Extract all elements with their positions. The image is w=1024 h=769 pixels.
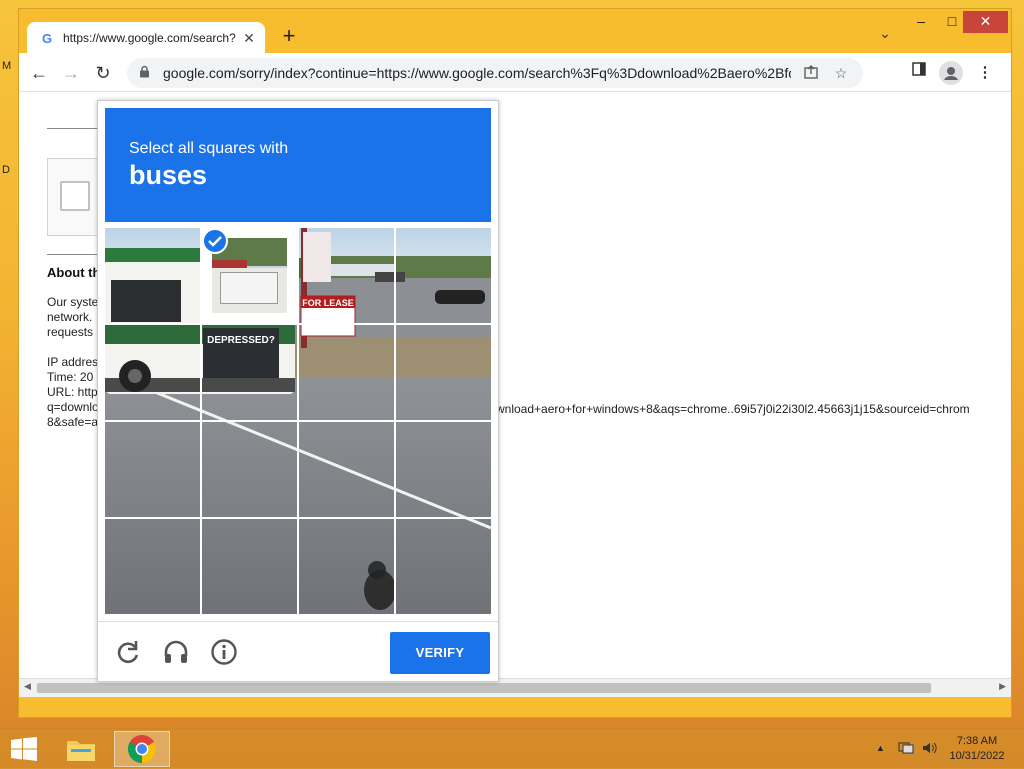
url-line: URL: http xyxy=(47,385,98,399)
scrollbar-thumb[interactable] xyxy=(37,683,931,693)
lock-icon xyxy=(139,65,153,81)
tab-close-icon[interactable]: ✕ xyxy=(241,30,257,47)
challenge-target: buses xyxy=(129,160,208,190)
safe-line: 8&safe=a xyxy=(47,415,99,429)
verify-button[interactable]: VERIFY xyxy=(390,632,490,674)
grid-tile[interactable] xyxy=(396,228,491,323)
grid-tile[interactable] xyxy=(299,422,394,517)
chrome-taskbar-icon[interactable] xyxy=(114,731,170,767)
title-bar: G https://www.google.com/search? ✕ + ⌄ ‒… xyxy=(19,9,1011,54)
recaptcha-challenge: Select all squares with buses FOR LEASE … xyxy=(97,100,499,682)
tab-search-icon[interactable]: ⌄ xyxy=(875,25,895,45)
url-continued-text: wnload+aero+for+windows+8&aqs=chrome..69… xyxy=(496,402,970,416)
show-hidden-icons-icon[interactable]: ▲ xyxy=(876,743,885,753)
tab-title: https://www.google.com/search? xyxy=(63,31,236,45)
grid-tile[interactable] xyxy=(396,422,491,517)
browser-tab[interactable]: G https://www.google.com/search? ✕ xyxy=(27,22,265,54)
scroll-right-icon[interactable]: ▶ xyxy=(999,681,1006,692)
system-clock[interactable]: 7:38 AM 10/31/2022 xyxy=(942,734,1012,764)
grid-tile[interactable] xyxy=(202,325,297,420)
image-grid: FOR LEASE DEPRESSED? xyxy=(105,228,491,614)
paragraph-line: requests xyxy=(47,325,94,339)
browser-toolbar: ← → ↻ google.com/sorry/index?continue=ht… xyxy=(19,53,1011,92)
grid-tile[interactable] xyxy=(396,519,491,614)
google-favicon-icon: G xyxy=(41,30,53,46)
check-icon xyxy=(202,228,228,254)
bookmark-star-icon[interactable]: ☆ xyxy=(831,65,851,82)
minimize-button[interactable]: ‒ xyxy=(906,11,936,33)
new-tab-button[interactable]: + xyxy=(277,25,301,49)
recaptcha-checkbox[interactable] xyxy=(60,181,90,211)
share-icon[interactable] xyxy=(801,64,821,83)
grid-tile[interactable] xyxy=(202,422,297,517)
audio-challenge-icon[interactable] xyxy=(162,638,190,666)
grid-tile[interactable] xyxy=(396,325,491,420)
clock-date: 10/31/2022 xyxy=(949,750,1005,762)
desktop-icon-label: D xyxy=(2,164,10,176)
profile-avatar-icon[interactable] xyxy=(939,61,963,85)
paragraph-line: network. xyxy=(47,310,93,324)
forward-button[interactable]: → xyxy=(59,61,83,85)
desktop-icon-label: M xyxy=(2,60,12,72)
challenge-header: Select all squares with buses xyxy=(105,108,491,222)
close-window-button[interactable]: ✕ xyxy=(963,11,1008,33)
volume-icon[interactable] xyxy=(922,741,938,758)
grid-tile[interactable] xyxy=(105,422,200,517)
time-line: Time: 20 xyxy=(47,370,94,384)
url-text: google.com/sorry/index?continue=https://… xyxy=(163,65,791,81)
challenge-instruction: Select all squares with xyxy=(129,140,289,157)
network-icon[interactable] xyxy=(898,741,914,758)
grid-tile[interactable] xyxy=(105,519,200,614)
info-icon[interactable] xyxy=(210,638,238,666)
back-button[interactable]: ← xyxy=(27,61,51,85)
challenge-footer: VERIFY xyxy=(98,621,498,682)
grid-tile[interactable] xyxy=(202,519,297,614)
about-heading: About th xyxy=(47,265,101,280)
file-explorer-icon[interactable] xyxy=(53,731,109,767)
windows-start-icon[interactable] xyxy=(10,737,38,761)
ip-address-line: IP addres xyxy=(47,355,99,369)
grid-tile[interactable] xyxy=(105,228,200,323)
grid-tile[interactable] xyxy=(299,228,394,323)
grid-tile[interactable] xyxy=(299,325,394,420)
taskbar: ▲ 7:38 AM 10/31/2022 xyxy=(0,728,1024,769)
grid-tile[interactable] xyxy=(299,519,394,614)
clock-time: 7:38 AM xyxy=(956,735,998,747)
query-line: q=downlo xyxy=(47,400,99,414)
grid-tile-selected[interactable] xyxy=(202,228,297,323)
paragraph-line: Our syste xyxy=(47,295,99,309)
menu-kebab-icon[interactable]: ⋮ xyxy=(973,61,997,85)
side-panel-icon[interactable] xyxy=(907,61,931,85)
reload-button[interactable]: ↻ xyxy=(91,61,115,85)
scroll-left-icon[interactable]: ◀ xyxy=(24,681,31,692)
address-bar[interactable]: google.com/sorry/index?continue=https://… xyxy=(127,58,863,88)
reload-challenge-icon[interactable] xyxy=(114,638,142,666)
grid-tile[interactable] xyxy=(105,325,200,420)
